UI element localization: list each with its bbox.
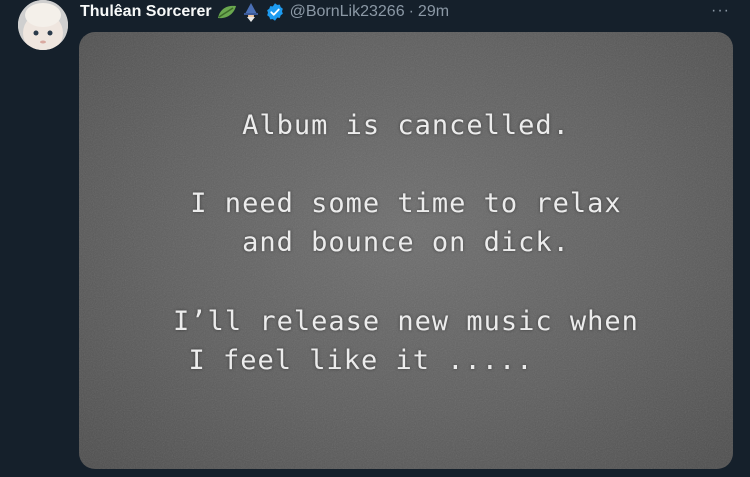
tweet-media-image[interactable]: Album is cancelled. I need some time to … bbox=[79, 32, 733, 469]
media-text-line: I’ll release new music when bbox=[173, 306, 639, 337]
timestamp[interactable]: 29m bbox=[418, 3, 449, 21]
media-text-line: and bounce on dick. bbox=[242, 227, 570, 258]
avatar[interactable] bbox=[18, 0, 68, 50]
separator-dot: · bbox=[408, 3, 414, 20]
media-text-line: I feel like it ..... bbox=[188, 345, 534, 376]
verified-badge-icon bbox=[265, 2, 285, 22]
display-name[interactable]: Thulêan Sorcerer bbox=[80, 3, 212, 21]
wizard-icon bbox=[242, 2, 260, 22]
media-text-line: I need some time to relax bbox=[190, 188, 622, 219]
avatar-image bbox=[18, 0, 68, 50]
tweet-header: Thulêan Sorcerer @BornLik23266 · 29m bbox=[80, 0, 449, 24]
user-handle[interactable]: @BornLik23266 bbox=[290, 3, 405, 21]
tweet: Thulêan Sorcerer @BornLik23266 · 29m ···… bbox=[0, 0, 750, 477]
leaf-icon bbox=[216, 3, 238, 21]
media-text-line: Album is cancelled. bbox=[242, 110, 570, 141]
more-options-icon[interactable]: ··· bbox=[711, 2, 730, 20]
